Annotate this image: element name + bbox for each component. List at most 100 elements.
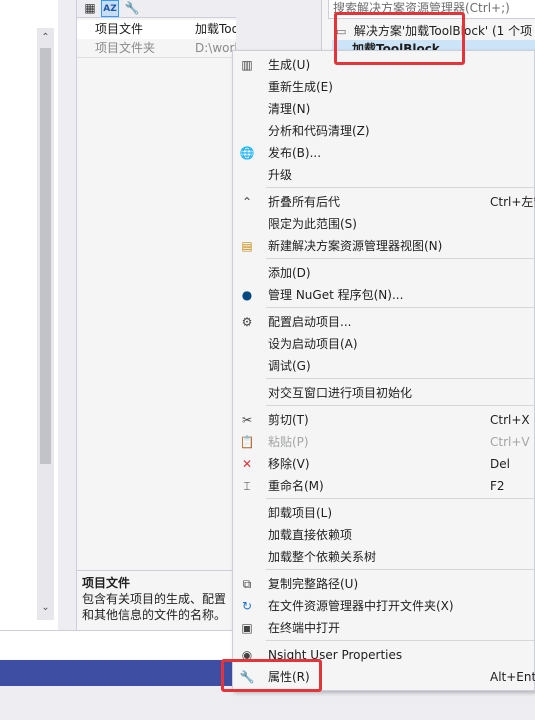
scrollbar-thumb[interactable] [40, 48, 51, 464]
menu-item-label: 调试(G) [268, 359, 311, 373]
menu-item-label: 在终端中打开 [268, 621, 341, 635]
editor-pane: ⌃ ⌄ [0, 0, 58, 630]
menu-item-label: 剪切(T) [268, 413, 309, 427]
menu-item[interactable]: ▣ 在终端中打开 [233, 617, 535, 639]
menu-item-label: 设为启动项目(A) [268, 337, 358, 351]
property-value[interactable]: D:\workplace\加载To [195, 39, 236, 58]
menu-item[interactable]: ⌃ 折叠所有后代 Ctrl+左箭 [233, 191, 535, 213]
menu-separator [266, 187, 534, 188]
open-folder-refresh-icon: ↻ [241, 599, 253, 613]
menu-separator [266, 569, 534, 570]
menu-item[interactable]: 卸载项目(L) [233, 502, 535, 524]
menu-item-label: 加载直接依赖项 [268, 528, 353, 542]
menu-separator [266, 307, 534, 308]
menu-separator [266, 640, 534, 641]
menu-item[interactable]: 对交互窗口进行项目初始化 [233, 382, 535, 404]
menu-item[interactable]: 加载整个依赖关系树 [233, 546, 535, 568]
menu-item-label: 在文件资源管理器中打开文件夹(X) [268, 599, 454, 613]
chevron-down-icon[interactable]: ⌄ [37, 600, 54, 616]
menu-item[interactable]: 重新生成(E) [233, 76, 535, 98]
menu-item-label: 升级 [268, 168, 293, 182]
menu-item-label: 限定为此范围(S) [268, 217, 357, 231]
vertical-scrollbar[interactable]: ⌃ ⌄ [37, 28, 54, 620]
menu-item-label: 生成(U) [268, 58, 311, 72]
menu-item-label: 清理(N) [268, 102, 311, 116]
menu-item-label: 重新生成(E) [268, 80, 333, 94]
property-row[interactable]: 项目文件 加载ToolBlock.csproj [77, 20, 236, 39]
publish-globe-icon: 🌐 [239, 146, 255, 160]
menu-item[interactable]: ✕ 移除(V) Del [233, 453, 535, 475]
menu-item[interactable]: ⌶ 重命名(M) F2 [233, 475, 535, 497]
menu-item-shortcut: Alt+Ente [490, 670, 535, 684]
menu-item-shortcut: Ctrl+V [490, 435, 530, 449]
highlight-box [221, 659, 322, 692]
menu-separator [266, 258, 534, 259]
menu-item-label: 配置启动项目... [268, 315, 352, 329]
terminal-icon: ▣ [241, 621, 253, 635]
menu-item: 📋 粘贴(P) Ctrl+V [233, 431, 535, 453]
menu-item[interactable]: ⚙ 配置启动项目... [233, 311, 535, 333]
menu-item[interactable]: 升级 [233, 164, 535, 186]
description-text: 包含有关项目的生成、配置和其他信息的文件的名称。 [82, 592, 227, 622]
menu-item-label: 加载整个依赖关系树 [268, 550, 377, 564]
properties-pane: ▦ AZ 🔧 项目文件 加载ToolBlock.csproj 项目文件夹 D:\… [76, 0, 236, 630]
description-title: 项目文件 [82, 576, 131, 590]
remove-x-icon: ✕ [241, 457, 253, 471]
menu-item[interactable]: 调试(G) [233, 355, 535, 377]
menu-item[interactable]: 清理(N) [233, 98, 535, 120]
collapse-icon: ⌃ [241, 195, 253, 209]
build-icon: ▥ [241, 58, 253, 72]
menu-item[interactable]: 分析和代码清理(Z) [233, 120, 535, 142]
menu-item-label: 添加(D) [268, 266, 311, 280]
gear-icon: ⚙ [241, 315, 253, 329]
menu-item-label: 粘贴(P) [268, 435, 309, 449]
menu-item-label: 重命名(M) [268, 479, 324, 493]
menu-item[interactable]: ● 管理 NuGet 程序包(N)... [233, 284, 535, 306]
chevron-up-icon[interactable]: ⌃ [37, 30, 54, 46]
nuget-icon: ● [241, 288, 253, 302]
property-name: 项目文件夹 [95, 41, 156, 55]
menu-item-label: 对交互窗口进行项目初始化 [268, 386, 413, 400]
menu-item[interactable]: 🌐 发布(B)... [233, 142, 535, 164]
menu-item-label: 卸载项目(L) [268, 506, 333, 520]
property-grid: 项目文件 加载ToolBlock.csproj 项目文件夹 D:\workpla… [77, 20, 236, 58]
menu-item-label: 折叠所有后代 [268, 195, 341, 209]
menu-item[interactable]: ✂ 剪切(T) Ctrl+X [233, 409, 535, 431]
menu-item-label: 复制完整路径(U) [268, 577, 359, 591]
property-row[interactable]: 项目文件夹 D:\workplace\加载To [77, 39, 236, 58]
property-description: 项目文件 包含有关项目的生成、配置和其他信息的文件的名称。 [77, 570, 236, 630]
property-pages-wrench-icon[interactable]: 🔧 [123, 0, 141, 17]
menu-item-label: 管理 NuGet 程序包(N)... [268, 288, 404, 302]
divider [77, 57, 236, 58]
menu-separator [266, 405, 534, 406]
rename-icon: ⌶ [243, 479, 251, 493]
property-value[interactable]: 加载ToolBlock.csproj [195, 20, 236, 39]
sort-alphabetical-icon[interactable]: AZ [101, 0, 119, 17]
copy-icon: ⧉ [242, 577, 252, 591]
menu-item[interactable]: ↻ 在文件资源管理器中打开文件夹(X) [233, 595, 535, 617]
menu-item[interactable]: ⧉ 复制完整路径(U) [233, 573, 535, 595]
new-view-icon: ▤ [241, 239, 253, 253]
highlight-box [334, 12, 465, 65]
menu-item-label: 发布(B)... [268, 146, 322, 160]
property-name: 项目文件 [95, 22, 144, 36]
menu-item[interactable]: 限定为此范围(S) [233, 213, 535, 235]
menu-item[interactable]: ▤ 新建解决方案资源管理器视图(N) [233, 235, 535, 257]
menu-separator [266, 378, 534, 379]
menu-item[interactable]: 加载直接依赖项 [233, 524, 535, 546]
menu-item-shortcut: Ctrl+X [490, 413, 530, 427]
context-menu: ▥ 生成(U) 重新生成(E) 清理(N) 分析和代码清理(Z) 🌐 发布(B)... 升级 ⌃… [232, 50, 535, 691]
menu-item[interactable]: 设为启动项目(A) [233, 333, 535, 355]
menu-item-shortcut: Del [490, 457, 510, 471]
menu-separator [266, 498, 534, 499]
categorized-icon[interactable]: ▦ [81, 0, 99, 17]
paste-icon: 📋 [239, 435, 255, 449]
menu-item-shortcut: Ctrl+左箭 [490, 195, 535, 209]
menu-item-label: 分析和代码清理(Z) [268, 124, 370, 138]
menu-item-shortcut: F2 [490, 479, 505, 493]
menu-item[interactable]: 添加(D) [233, 262, 535, 284]
properties-toolbar: ▦ AZ 🔧 [77, 0, 236, 18]
menu-item-label: 新建解决方案资源管理器视图(N) [268, 239, 443, 253]
pane-gutter [58, 0, 76, 630]
menu-item-label: 移除(V) [268, 457, 310, 471]
